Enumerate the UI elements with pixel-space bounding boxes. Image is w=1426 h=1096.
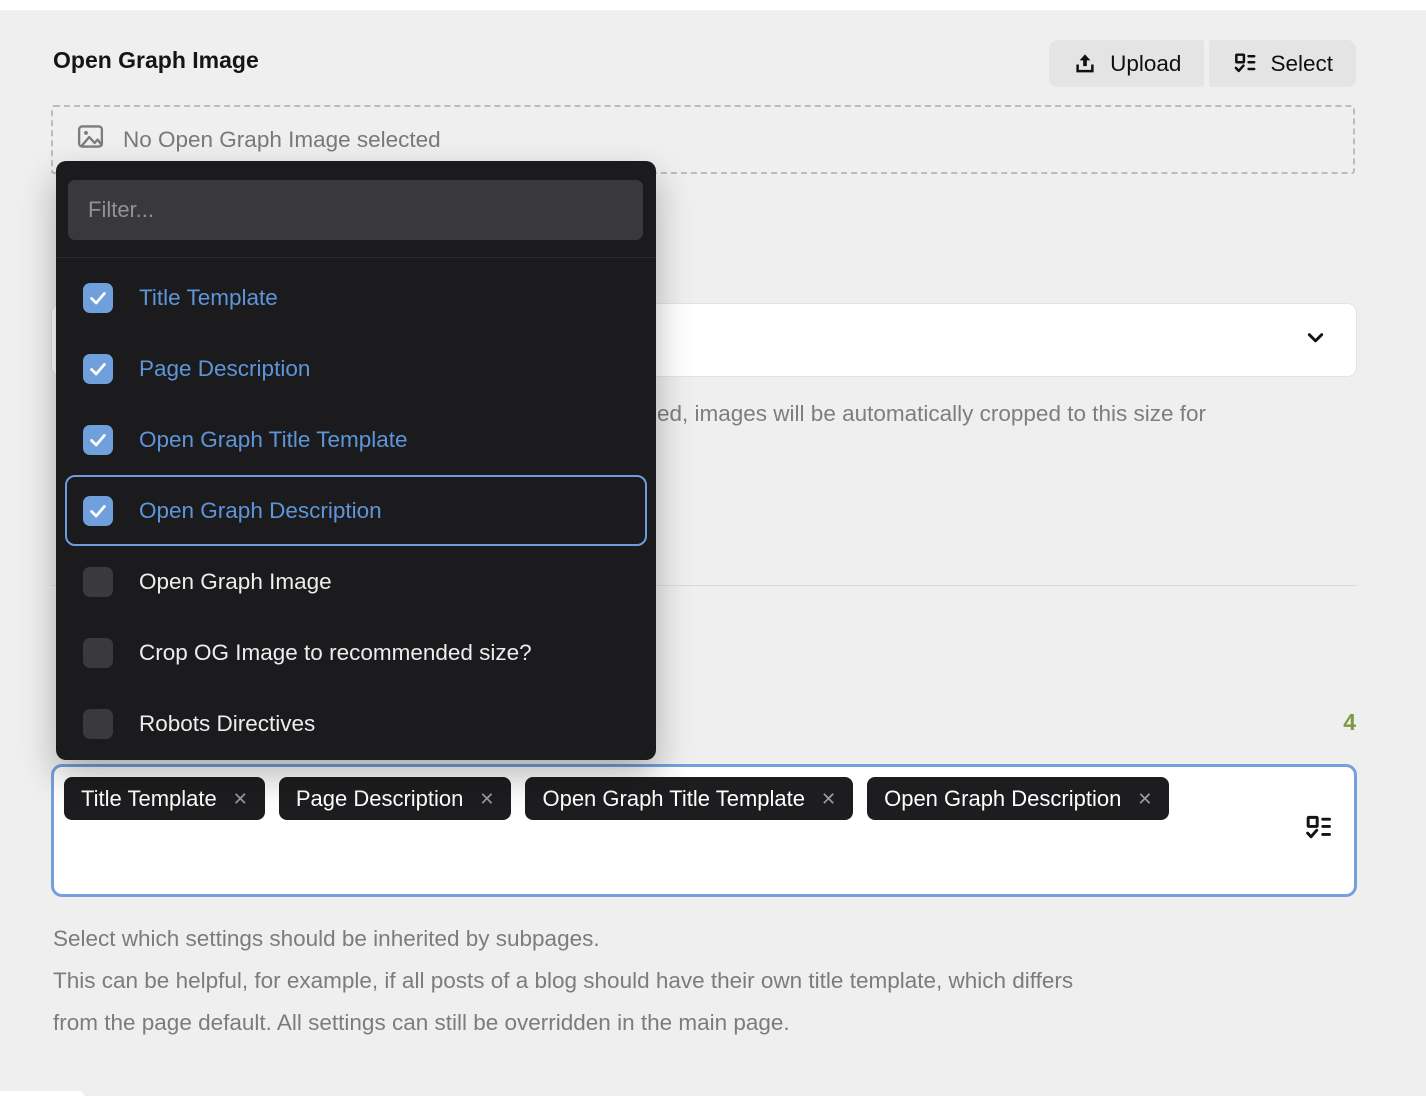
popover-option[interactable]: Title Template — [56, 262, 656, 333]
tag-pill: Page Description ✕ — [279, 777, 512, 820]
checkbox-icon[interactable] — [83, 354, 113, 384]
bottom-left-panel-edge — [0, 1091, 84, 1096]
field-label: Open Graph Image — [53, 47, 259, 74]
popover-option[interactable]: Open Graph Image — [56, 546, 656, 617]
checkbox-icon[interactable] — [83, 496, 113, 526]
tag-pill-label: Title Template — [81, 786, 217, 812]
settings-filter-popover: Title Template Page Description Open Graph… — [56, 161, 656, 760]
checkbox-icon[interactable] — [83, 638, 113, 668]
popover-option-label: Crop OG Image to recommended size? — [139, 640, 532, 666]
popover-option[interactable]: Open Graph Description — [65, 475, 647, 546]
help-line: Select which settings should be inherite… — [53, 918, 1073, 960]
crop-help-text-fragment: ed, images will be automatically cropped… — [657, 401, 1206, 427]
checkbox-icon[interactable] — [83, 283, 113, 313]
checkbox-icon[interactable] — [83, 567, 113, 597]
tag-pill: Open Graph Description ✕ — [867, 777, 1169, 820]
checklist-icon — [1232, 51, 1258, 77]
filter-input[interactable] — [68, 180, 643, 240]
tag-pill-label: Open Graph Title Template — [542, 786, 805, 812]
image-placeholder-icon — [75, 121, 106, 158]
help-line: from the page default. All settings can … — [53, 1002, 1073, 1044]
popover-option[interactable]: Robots Directives — [56, 688, 656, 759]
empty-asset-text: No Open Graph Image selected — [123, 127, 441, 153]
checklist-icon[interactable] — [1303, 813, 1334, 849]
filter-section — [56, 161, 656, 258]
popover-option-label: Open Graph Description — [139, 498, 382, 524]
remove-tag-icon[interactable]: ✕ — [479, 790, 494, 808]
remove-tag-icon[interactable]: ✕ — [1137, 790, 1152, 808]
checkbox-icon[interactable] — [83, 425, 113, 455]
tag-pill-label: Page Description — [296, 786, 464, 812]
remove-tag-icon[interactable]: ✕ — [821, 790, 836, 808]
popover-option[interactable]: Page Description — [56, 333, 656, 404]
popover-option-list: Title Template Page Description Open Graph… — [56, 258, 656, 759]
help-line: This can be helpful, for example, if all… — [53, 960, 1073, 1002]
upload-icon — [1072, 51, 1098, 77]
popover-option[interactable]: Crop OG Image to recommended size? — [56, 617, 656, 688]
remove-tag-icon[interactable]: ✕ — [233, 790, 248, 808]
tag-pill: Title Template ✕ — [64, 777, 265, 820]
popover-option-label: Title Template — [139, 285, 278, 311]
inherited-settings-tags-input[interactable]: Title Template✕Page Description✕Open Gra… — [51, 764, 1357, 897]
upload-button-label: Upload — [1110, 51, 1181, 77]
tag-pill: Open Graph Title Template ✕ — [525, 777, 853, 820]
tag-pill-label: Open Graph Description — [884, 786, 1121, 812]
checkbox-icon[interactable] — [83, 709, 113, 739]
selected-count-badge: 4 — [1343, 709, 1356, 736]
popover-option[interactable]: Open Graph Title Template — [56, 404, 656, 475]
inherit-help-text: Select which settings should be inherite… — [53, 918, 1073, 1044]
select-button-label: Select — [1270, 51, 1333, 77]
select-button[interactable]: Select — [1209, 40, 1356, 87]
popover-option-label: Open Graph Image — [139, 569, 332, 595]
top-white-strip — [0, 0, 1426, 10]
popover-option-label: Page Description — [139, 356, 310, 382]
popover-option-label: Robots Directives — [139, 711, 315, 737]
popover-option-label: Open Graph Title Template — [139, 427, 407, 453]
asset-button-group: Upload Select — [1049, 40, 1356, 87]
chevron-down-icon — [1302, 324, 1329, 356]
upload-button[interactable]: Upload — [1049, 40, 1204, 87]
